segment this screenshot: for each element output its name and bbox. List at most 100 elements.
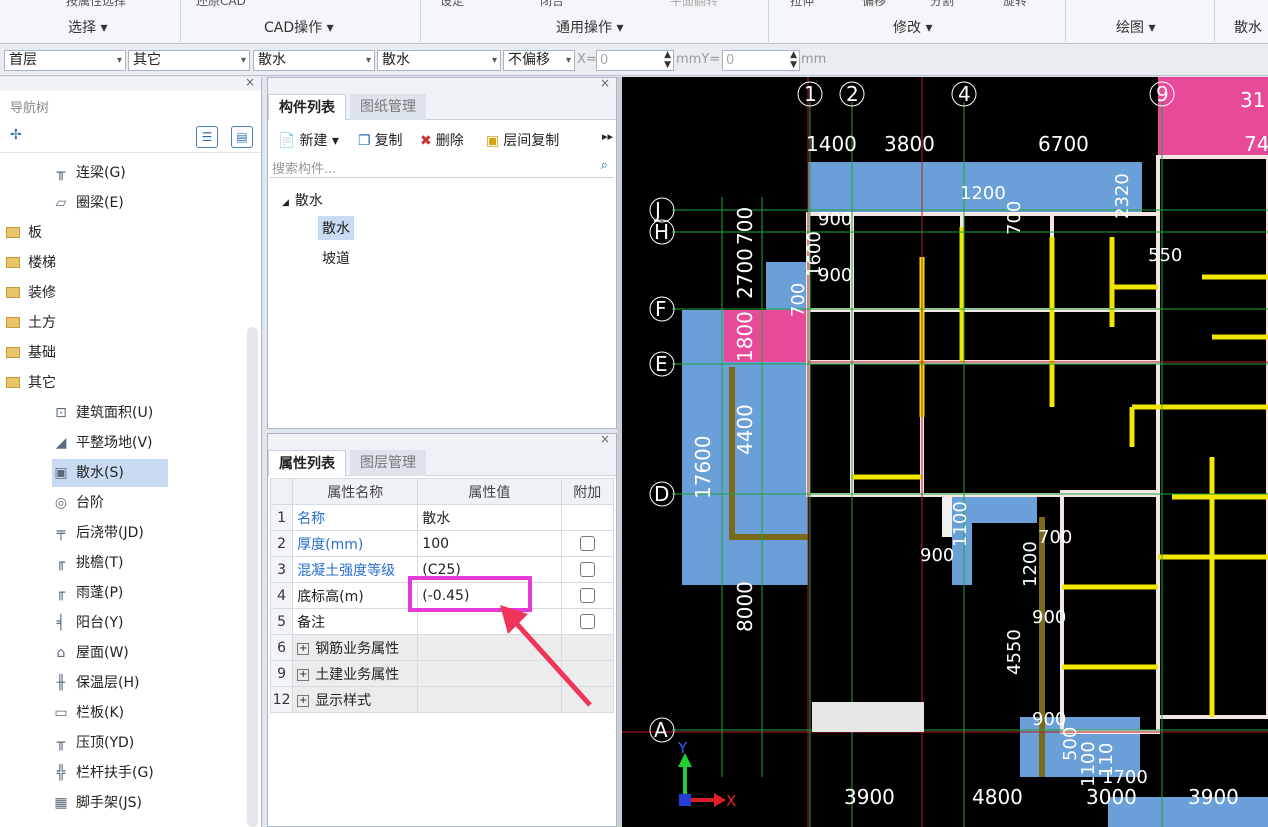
ribbon-item-select-by-attr[interactable]: 按属性选择: [66, 0, 126, 9]
nav-item[interactable]: ╬ 栏杆扶手(G): [52, 759, 154, 787]
grid-view-icon[interactable]: ▤: [231, 126, 253, 148]
spin-arrows-icon[interactable]: ▲ ▼: [664, 50, 671, 70]
folder-icon: [6, 316, 20, 328]
floor-copy-button[interactable]: ▣ 层间复制: [486, 130, 559, 150]
x-input[interactable]: 0 ▲ ▼: [596, 50, 674, 71]
tab-component-list[interactable]: 构件列表: [268, 94, 346, 120]
ribbon-group-general[interactable]: 通用操作 ▾: [556, 17, 623, 37]
ring-beam-icon: ▱: [55, 195, 67, 211]
nav-item[interactable]: ╤ 后浇带(JD): [52, 519, 144, 547]
dims-left: 700 2700 1800 4400 17600 8000: [691, 207, 757, 632]
nav-item[interactable]: ╥ 连梁(G): [52, 159, 126, 187]
property-row[interactable]: 1 名称 散水: [269, 504, 615, 531]
more-icon[interactable]: ▸▸: [602, 130, 613, 143]
ribbon-item-split[interactable]: 分割: [930, 0, 954, 9]
nav-item[interactable]: 板: [6, 219, 42, 247]
close-icon[interactable]: ×: [245, 75, 255, 89]
y-label: mmY=: [676, 52, 721, 67]
close-icon[interactable]: ×: [600, 76, 610, 90]
expand-triangle-icon[interactable]: ◢: [282, 198, 289, 208]
ribbon-item-close[interactable]: 闭合: [540, 0, 564, 9]
ucs-icon: Y X: [677, 739, 736, 810]
nav-item[interactable]: 土方: [6, 309, 56, 337]
nav-item[interactable]: ◢ 平整场地(V): [52, 429, 153, 457]
arrow-shaft: [506, 612, 592, 707]
nav-item[interactable]: ╡ 阳台(Y): [52, 609, 124, 637]
ribbon-item-rotate[interactable]: 旋转: [1003, 0, 1027, 9]
nav-item[interactable]: ╫ 保温层(H): [52, 669, 140, 697]
balcony-icon: ╡: [56, 615, 66, 631]
property-row[interactable]: 2 厚度(mm) 100: [269, 530, 615, 557]
tree-item-apron[interactable]: 散水: [318, 216, 354, 240]
delete-button[interactable]: ✖ 删除: [420, 130, 464, 150]
tab-layer-manage[interactable]: 图层管理: [350, 450, 426, 476]
list-view-icon[interactable]: ☰: [196, 126, 218, 148]
expand-plus-icon[interactable]: +: [297, 668, 310, 681]
type-select[interactable]: 散水 ▾: [253, 50, 375, 71]
nav-item[interactable]: ▱ 圈梁(E): [52, 189, 124, 217]
dim-4800: 4800: [972, 785, 1023, 809]
tab-drawing-manage[interactable]: 图纸管理: [350, 94, 426, 120]
nav-item[interactable]: 其它: [6, 369, 56, 397]
ribbon-item-stretch[interactable]: 拉伸: [790, 0, 814, 9]
close-icon[interactable]: ×: [600, 432, 610, 446]
tab-property-list[interactable]: 属性列表: [268, 450, 346, 476]
category-select[interactable]: 其它 ▾: [128, 50, 250, 71]
spin-arrows-icon[interactable]: ▲ ▼: [790, 50, 797, 70]
expand-plus-icon[interactable]: +: [297, 694, 310, 707]
nav-item[interactable]: ╓ 雨蓬(P): [52, 579, 124, 607]
type-select-value: 散水: [258, 52, 286, 68]
copy-button[interactable]: ❐ 复制: [358, 130, 403, 150]
property-name-label: 备注: [297, 614, 326, 631]
nav-item[interactable]: 装修: [6, 279, 56, 307]
nav-item[interactable]: 楼梯: [6, 249, 56, 277]
ribbon-group-draw[interactable]: 绘图 ▾: [1116, 17, 1155, 37]
nav-item[interactable]: ▭ 栏板(K): [52, 699, 124, 727]
nav-item[interactable]: ╥ 压顶(YD): [52, 729, 134, 757]
ribbon-item-set[interactable]: 设定: [440, 0, 464, 9]
tree-item-ramp[interactable]: 坡道: [322, 248, 350, 268]
nav-item-label: 台阶: [76, 495, 104, 511]
dim-3900-b: 3900: [1188, 785, 1239, 809]
property-value[interactable]: 散水: [417, 504, 562, 531]
nav-item[interactable]: ⌂ 屋面(W): [52, 639, 129, 667]
ribbon-item-restore-cad[interactable]: 还原CAD: [196, 0, 246, 9]
cad-canvas[interactable]: 1 2 4 9 J H F E D A 1400 3800 6700 31 74…: [622, 77, 1268, 827]
component-list-panel: × 构件列表 图纸管理 📄 新建 ▾ ❐ 复制 ✖ 删除 ▣ 层间复制 ▸▸ 搜索构件.…: [267, 76, 617, 429]
floor-select[interactable]: 首层 ▾: [4, 50, 126, 71]
new-button[interactable]: 📄 新建 ▾: [278, 130, 339, 150]
nav-item[interactable]: ⊡ 建筑面积(U): [52, 399, 153, 427]
property-name: + 土建业务属性: [292, 660, 419, 687]
nav-item[interactable]: ◎ 台阶: [52, 489, 104, 517]
component-select[interactable]: 散水 ▾: [377, 50, 501, 71]
nav-item[interactable]: 基础: [6, 339, 56, 367]
nav-item[interactable]: ▦ 脚手架(JS): [52, 789, 142, 817]
expand-plus-icon[interactable]: +: [297, 642, 310, 655]
extra-checkbox[interactable]: [579, 562, 595, 577]
header-extra: 附加: [560, 478, 615, 505]
tree-root[interactable]: ◢ 散水: [282, 190, 323, 210]
search-icon[interactable]: ⌕: [601, 158, 608, 173]
nav-item[interactable]: ╓ 挑檐(T): [52, 549, 124, 577]
y-input[interactable]: 0 ▲ ▼: [722, 50, 800, 71]
ribbon-item-offset[interactable]: 偏移: [862, 0, 886, 9]
property-name: 混凝土强度等级: [292, 556, 419, 583]
scrollbar[interactable]: [247, 327, 258, 827]
chevron-down-icon: ▾: [491, 55, 497, 66]
category-select-value: 其它: [133, 52, 161, 68]
property-value[interactable]: 100: [417, 530, 562, 557]
ribbon-group-modify[interactable]: 修改 ▾: [893, 17, 932, 37]
nav-item[interactable]: ▣ 散水(S): [52, 459, 168, 487]
ribbon-group-apron[interactable]: 散水: [1234, 17, 1262, 37]
ribbon-group-select[interactable]: 选择 ▾: [68, 17, 107, 37]
x-label: X=: [577, 52, 597, 67]
ribbon-item-flip[interactable]: 平面翻转: [670, 0, 718, 9]
extra-checkbox[interactable]: [579, 536, 595, 551]
add-sparkle-icon[interactable]: ✢: [10, 127, 22, 143]
navigation-panel: × 导航树 ✢ ☰ ▤ ╥ 连梁(G) ▱ 圈梁(E) 板楼梯 装修 土方 基础 其它 ⊡ 建筑面积…: [0, 75, 262, 827]
nav-item-label: 楼梯: [28, 255, 56, 271]
apron-icon: ▣: [54, 465, 68, 481]
offset-select[interactable]: 不偏移 ▾: [503, 50, 575, 71]
search-input[interactable]: 搜索构件... ⌕: [270, 158, 614, 178]
ribbon-group-cad[interactable]: CAD操作 ▾: [264, 17, 334, 37]
